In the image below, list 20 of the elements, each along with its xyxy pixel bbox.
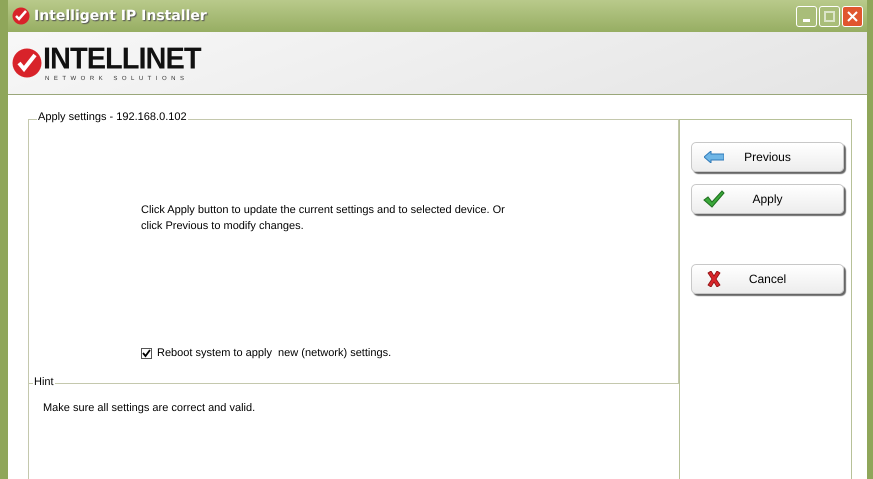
checkmark-logo-icon <box>12 48 42 78</box>
hint-text: Make sure all settings are correct and valid. <box>43 401 256 416</box>
instruction-text: Click Apply button to update the current settings and to selected device. Or click Previous to modify changes. <box>141 203 506 234</box>
window-title: Intelligent IP Installer <box>34 6 207 26</box>
close-icon <box>847 10 858 22</box>
checkmark-icon <box>142 348 151 358</box>
maximize-button[interactable] <box>819 6 840 26</box>
check-icon <box>703 190 725 208</box>
checkmark-logo-icon <box>12 7 30 25</box>
reboot-checkbox[interactable]: Reboot system to apply new (network) settings. <box>141 345 392 362</box>
apply-button[interactable]: Apply <box>691 184 844 214</box>
hint-legend: Hint <box>33 377 55 388</box>
minimize-button[interactable] <box>796 6 817 26</box>
close-icon <box>707 271 721 287</box>
brand-name: INTELLINET <box>43 44 201 74</box>
previous-button[interactable]: Previous <box>691 142 844 172</box>
group-legend: Apply settings - 192.168.0.102 <box>37 112 188 123</box>
close-button[interactable] <box>842 6 863 26</box>
arrow-left-icon <box>704 151 724 163</box>
cancel-button[interactable]: Cancel <box>691 264 844 294</box>
